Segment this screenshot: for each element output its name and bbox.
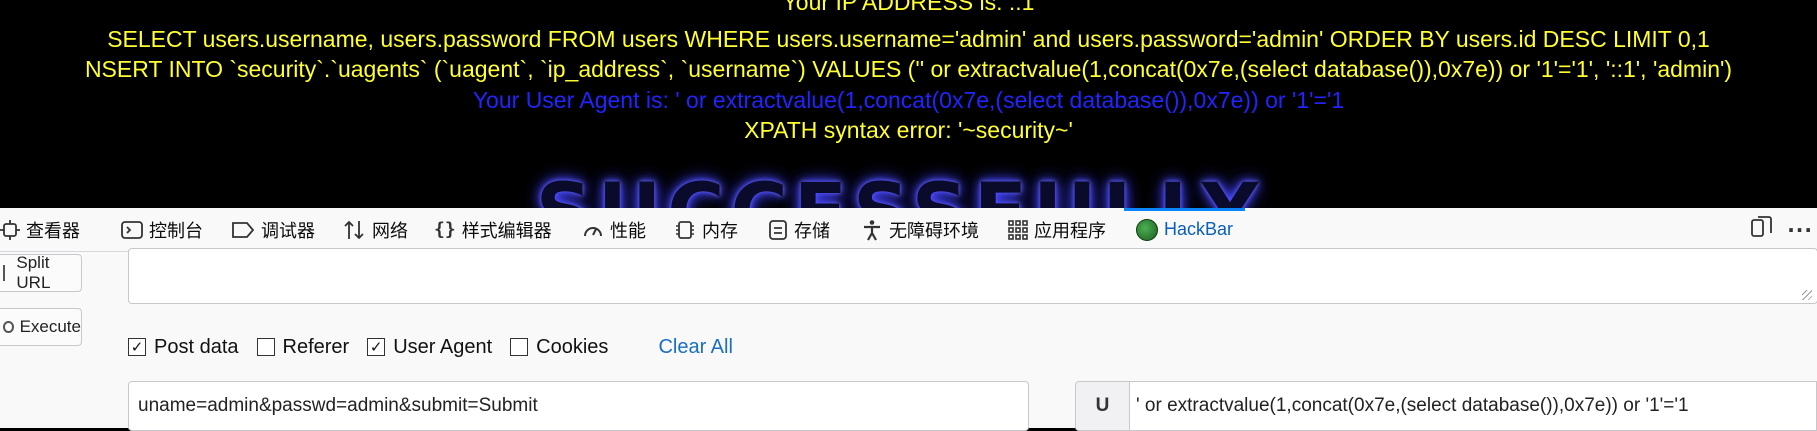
referer-label: Referer bbox=[282, 335, 350, 358]
tab-application[interactable]: 应用程序 bbox=[1008, 208, 1106, 251]
tab-label: 性能 bbox=[610, 220, 646, 241]
devtools-right-controls: ··· bbox=[1749, 208, 1817, 251]
cookies-label: Cookies bbox=[536, 335, 609, 358]
post-data-checkbox[interactable]: ✓ bbox=[128, 338, 146, 356]
user-agent-option[interactable]: ✓ User Agent bbox=[367, 336, 492, 359]
tab-storage[interactable]: 存储 bbox=[768, 208, 830, 251]
console-icon bbox=[121, 220, 143, 240]
clear-all-link[interactable]: Clear All bbox=[658, 336, 732, 359]
cookies-checkbox[interactable] bbox=[510, 338, 529, 356]
tab-label: 存储 bbox=[794, 220, 830, 241]
split-url-icon bbox=[3, 265, 10, 281]
network-icon bbox=[342, 219, 366, 241]
page-output: Your IP ADDRESS is: ::1 SELECT users.use… bbox=[0, 0, 1817, 208]
tab-label: 控制台 bbox=[149, 220, 203, 241]
tab-hackbar[interactable]: HackBar bbox=[1123, 208, 1246, 251]
devtools-toolbar: 查看器 控制台 调试器 网络 {} 样式编辑器 性能 内存 存储 无障碍环境 应… bbox=[0, 208, 1817, 252]
style-editor-icon: {} bbox=[434, 219, 456, 240]
split-url-label: Split URL bbox=[16, 253, 51, 292]
execute-icon bbox=[3, 321, 14, 333]
application-icon bbox=[1008, 219, 1028, 240]
user-agent-field[interactable]: ' or extractvalue(1,concat(0x7e,(select … bbox=[1136, 382, 1689, 430]
post-data-option[interactable]: ✓ Post data bbox=[128, 336, 239, 359]
more-options-icon[interactable]: ··· bbox=[1787, 218, 1813, 242]
xpath-error-text: XPATH syntax error: '~security~' bbox=[744, 117, 1073, 143]
select-query-text: SELECT users.username, users.password FR… bbox=[107, 26, 1710, 52]
tab-performance[interactable]: 性能 bbox=[582, 208, 646, 251]
tab-network[interactable]: 网络 bbox=[342, 208, 408, 251]
hackbar-logo-icon bbox=[1136, 218, 1158, 241]
options-row: ✓ Post data Referer ✓ User Agent Cookies… bbox=[128, 332, 733, 362]
post-data-label: Post data bbox=[154, 335, 239, 358]
execute-button[interactable]: Execute bbox=[0, 308, 82, 346]
user-agent-text: Your User Agent is: ' or extractvalue(1,… bbox=[472, 87, 1345, 113]
tab-style-editor[interactable]: {} 样式编辑器 bbox=[434, 208, 552, 251]
tab-accessibility[interactable]: 无障碍环境 bbox=[861, 208, 979, 251]
tab-console[interactable]: 控制台 bbox=[121, 208, 203, 251]
inspector-icon bbox=[0, 219, 20, 240]
cookies-option[interactable]: Cookies bbox=[510, 336, 608, 359]
tab-label: 应用程序 bbox=[1034, 220, 1106, 241]
user-agent-checkbox[interactable]: ✓ bbox=[367, 338, 386, 356]
performance-icon bbox=[582, 220, 604, 240]
tab-label: 内存 bbox=[702, 220, 738, 241]
storage-icon bbox=[768, 219, 788, 241]
tab-label: 样式编辑器 bbox=[461, 220, 552, 241]
referer-option[interactable]: Referer bbox=[256, 335, 350, 359]
split-url-button[interactable]: Split URL bbox=[0, 253, 82, 292]
tab-label: 无障碍环境 bbox=[889, 220, 979, 241]
memory-icon bbox=[674, 219, 696, 241]
ip-address-text: Your IP ADDRESS is: ::1 bbox=[782, 0, 1035, 15]
url-textarea[interactable] bbox=[128, 248, 1817, 304]
user-agent-prefix-label: U bbox=[1076, 382, 1130, 430]
post-data-field[interactable]: uname=admin&passwd=admin&submit=Submit bbox=[128, 381, 1029, 431]
tab-label: 网络 bbox=[372, 220, 408, 241]
hackbar-panel: Split URL Execute ✓ Post data Referer ✓ … bbox=[0, 248, 1817, 431]
execute-label: Execute bbox=[19, 317, 81, 336]
tab-debugger[interactable]: 调试器 bbox=[231, 208, 315, 251]
tab-memory[interactable]: 内存 bbox=[674, 208, 738, 251]
insert-query-text: NSERT INTO `security`.`uagents` (`uagent… bbox=[84, 56, 1733, 82]
referer-checkbox[interactable] bbox=[256, 338, 275, 356]
success-banner-image: SUCCESSFULLY bbox=[460, 174, 1340, 208]
debugger-icon bbox=[231, 220, 255, 240]
resize-grip-icon[interactable] bbox=[1802, 290, 1812, 300]
tab-label: HackBar bbox=[1164, 219, 1234, 239]
tab-label: 查看器 bbox=[26, 220, 80, 241]
accessibility-icon bbox=[861, 219, 883, 241]
tab-label: 调试器 bbox=[261, 220, 315, 241]
user-agent-option-label: User Agent bbox=[393, 335, 493, 358]
tab-inspector[interactable]: 查看器 bbox=[0, 208, 80, 251]
user-agent-field-group: U ' or extractvalue(1,concat(0x7e,(selec… bbox=[1075, 381, 1817, 431]
responsive-design-icon[interactable] bbox=[1749, 215, 1773, 244]
